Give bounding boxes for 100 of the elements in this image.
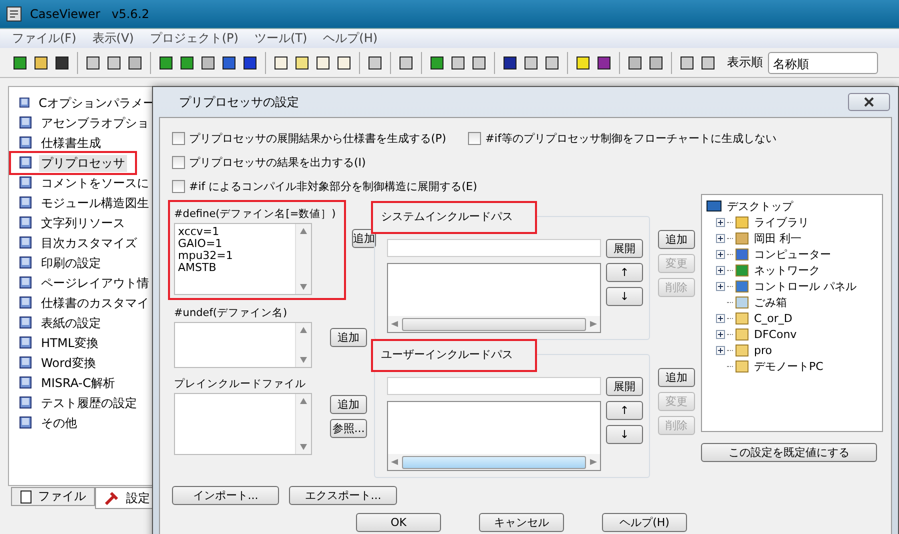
expand-icon[interactable] bbox=[716, 218, 725, 226]
menu-item[interactable]: ヘルプ(H) bbox=[323, 30, 378, 47]
close-icon bbox=[864, 97, 874, 107]
move-up-button[interactable]: ↑ bbox=[606, 401, 643, 420]
move-up-button[interactable]: ↑ bbox=[606, 263, 643, 282]
group-title: ユーザーインクルードパス bbox=[371, 339, 537, 372]
sidebar-item[interactable]: アセンブラオプショ bbox=[39, 114, 151, 132]
tree-item[interactable]: DFConv bbox=[754, 328, 797, 340]
list-entry: GAIO=1 bbox=[178, 238, 224, 250]
scrollbar-thumb[interactable] bbox=[402, 456, 586, 468]
add-button[interactable]: 追加 bbox=[330, 395, 367, 414]
sidebar-item[interactable]: 表紙の設定 bbox=[39, 314, 103, 332]
expand-button[interactable]: 展開 bbox=[606, 377, 643, 396]
folder-tree[interactable]: デスクトップ ライブラリ 岡田 利一 コンピューター ネットワーク コントロール パネル ごみ箱 C_or_D DFConv pro デモノートPC bbox=[701, 194, 883, 432]
sidebar-item[interactable]: MISRA-C解析 bbox=[39, 374, 118, 392]
menu-item[interactable]: ファイル(F) bbox=[12, 30, 76, 47]
field-label: プレインクルードファイル bbox=[174, 377, 307, 392]
sidebar-item[interactable]: 印刷の設定 bbox=[39, 254, 103, 272]
expand-icon[interactable] bbox=[716, 250, 725, 258]
sidebar-item[interactable]: Word変換 bbox=[39, 354, 98, 372]
tree-item[interactable]: ライブラリ bbox=[754, 214, 809, 230]
tree-item[interactable]: デスクトップ bbox=[727, 198, 793, 214]
expand-icon[interactable] bbox=[716, 330, 725, 338]
tree-item[interactable]: コントロール パネル bbox=[754, 278, 856, 294]
tree-item[interactable]: pro bbox=[754, 344, 772, 356]
sidebar-item[interactable]: HTML変換 bbox=[39, 334, 100, 352]
tree-item[interactable]: 岡田 利一 bbox=[754, 230, 802, 246]
app-icon bbox=[6, 6, 22, 22]
sidebar-item[interactable]: モジュール構造図生 bbox=[39, 194, 151, 212]
expand-button[interactable]: 展開 bbox=[606, 239, 643, 258]
window-title: CaseViewer v5.6.2 bbox=[30, 7, 150, 21]
export-button[interactable]: エクスポート... bbox=[289, 486, 397, 505]
scroll-left-icon[interactable] bbox=[391, 459, 398, 465]
scroll-up-icon[interactable] bbox=[300, 327, 307, 333]
scroll-up-icon[interactable] bbox=[300, 398, 307, 404]
scroll-up-icon[interactable] bbox=[300, 228, 307, 234]
add-button[interactable]: 追加 bbox=[330, 328, 367, 347]
field-label: #define(デファイン名[=数値］) bbox=[174, 207, 336, 222]
menu-item[interactable]: ツール(T) bbox=[254, 30, 308, 47]
list-entry: AMSTB bbox=[178, 262, 216, 274]
tree-item[interactable]: ごみ箱 bbox=[754, 294, 787, 310]
field-label: #undef(デファイン名) bbox=[174, 306, 288, 321]
add-button[interactable]: 追加 bbox=[352, 229, 376, 248]
tree-item[interactable]: C_or_D bbox=[754, 312, 792, 324]
dialog-button[interactable]: ヘルプ(H) bbox=[602, 513, 687, 532]
move-down-button[interactable]: ↓ bbox=[606, 287, 643, 306]
path-action-button[interactable]: 追加 bbox=[658, 368, 695, 387]
monitor-icon bbox=[706, 199, 722, 213]
checkbox-option[interactable]: #if によるコンパイル非対象部分を制御構造に展開する(E) bbox=[172, 178, 478, 194]
dialog-button[interactable]: OK bbox=[356, 513, 441, 532]
set-default-button[interactable]: この設定を既定値にする bbox=[701, 443, 877, 462]
sidebar-item[interactable]: ページレイアウト情 bbox=[39, 274, 151, 292]
move-down-button[interactable]: ↓ bbox=[606, 425, 643, 444]
tree-item[interactable]: デモノートPC bbox=[754, 358, 824, 374]
scroll-down-icon[interactable] bbox=[300, 357, 307, 363]
checkbox-option[interactable]: プリプロセッサの結果を出力する(I) bbox=[172, 154, 366, 170]
scroll-right-icon[interactable] bbox=[590, 321, 597, 327]
tab-label: 設定 bbox=[126, 490, 150, 506]
list-entry: xccv=1 bbox=[178, 226, 220, 238]
tree-item[interactable]: コンピューター bbox=[754, 246, 831, 262]
group-title: システムインクルードパス bbox=[371, 201, 537, 234]
sort-dropdown[interactable]: 名称順 bbox=[768, 52, 878, 74]
scroll-down-icon[interactable] bbox=[300, 284, 307, 290]
tab-label: ファイル bbox=[38, 488, 86, 505]
path-list[interactable] bbox=[387, 401, 601, 471]
menu-item[interactable]: 表示(V) bbox=[92, 30, 134, 47]
checkbox-option[interactable]: #if等のプリプロセッサ制御をフローチャートに生成しない bbox=[468, 130, 776, 146]
scroll-left-icon[interactable] bbox=[391, 321, 398, 327]
sidebar-item[interactable]: 目次カスタマイズ bbox=[39, 234, 139, 252]
expand-icon[interactable] bbox=[716, 234, 725, 242]
sidebar-item[interactable]: その他 bbox=[39, 414, 79, 432]
menu-item[interactable]: プロジェクト(P) bbox=[150, 30, 238, 47]
list-entry: mpu32=1 bbox=[178, 250, 234, 262]
sidebar-item[interactable]: コメントをソースに bbox=[39, 174, 151, 192]
sidebar-item[interactable]: テスト履歴の設定 bbox=[39, 394, 139, 412]
expand-icon[interactable] bbox=[716, 346, 725, 354]
tree-item[interactable]: ネットワーク bbox=[754, 262, 820, 278]
dialog-button[interactable]: キャンセル bbox=[479, 513, 564, 532]
scrollbar-thumb[interactable] bbox=[402, 318, 586, 330]
path-list[interactable] bbox=[387, 263, 601, 333]
path-input[interactable] bbox=[387, 377, 602, 395]
scroll-down-icon[interactable] bbox=[300, 444, 307, 450]
browse-button[interactable]: 参照... bbox=[330, 419, 367, 438]
scroll-right-icon[interactable] bbox=[590, 459, 597, 465]
expand-icon[interactable] bbox=[716, 314, 725, 322]
panel-tab[interactable]: ファイル bbox=[11, 487, 95, 506]
sidebar-item[interactable]: 文字列リソース bbox=[39, 214, 127, 232]
sidebar-item[interactable]: プリプロセッサ bbox=[39, 154, 127, 172]
path-action-button[interactable]: 追加 bbox=[658, 230, 695, 249]
checkbox-option[interactable]: プリプロセッサの展開結果から仕様書を生成する(P) bbox=[172, 130, 446, 146]
import-button[interactable]: インポート... bbox=[172, 486, 279, 505]
dialog-title: プリプロセッサの設定 bbox=[179, 94, 299, 110]
define-list[interactable]: xccv=1 GAIO=1 mpu32=1 AMSTB bbox=[174, 223, 312, 295]
close-button[interactable] bbox=[848, 93, 890, 111]
sidebar-item[interactable]: 仕様書生成 bbox=[39, 134, 103, 152]
expand-icon[interactable] bbox=[716, 266, 725, 274]
path-input[interactable] bbox=[387, 239, 602, 257]
expand-icon[interactable] bbox=[716, 282, 725, 290]
hammer-icon bbox=[104, 491, 120, 505]
sidebar-item[interactable]: 仕様書のカスタマイ bbox=[39, 294, 151, 312]
